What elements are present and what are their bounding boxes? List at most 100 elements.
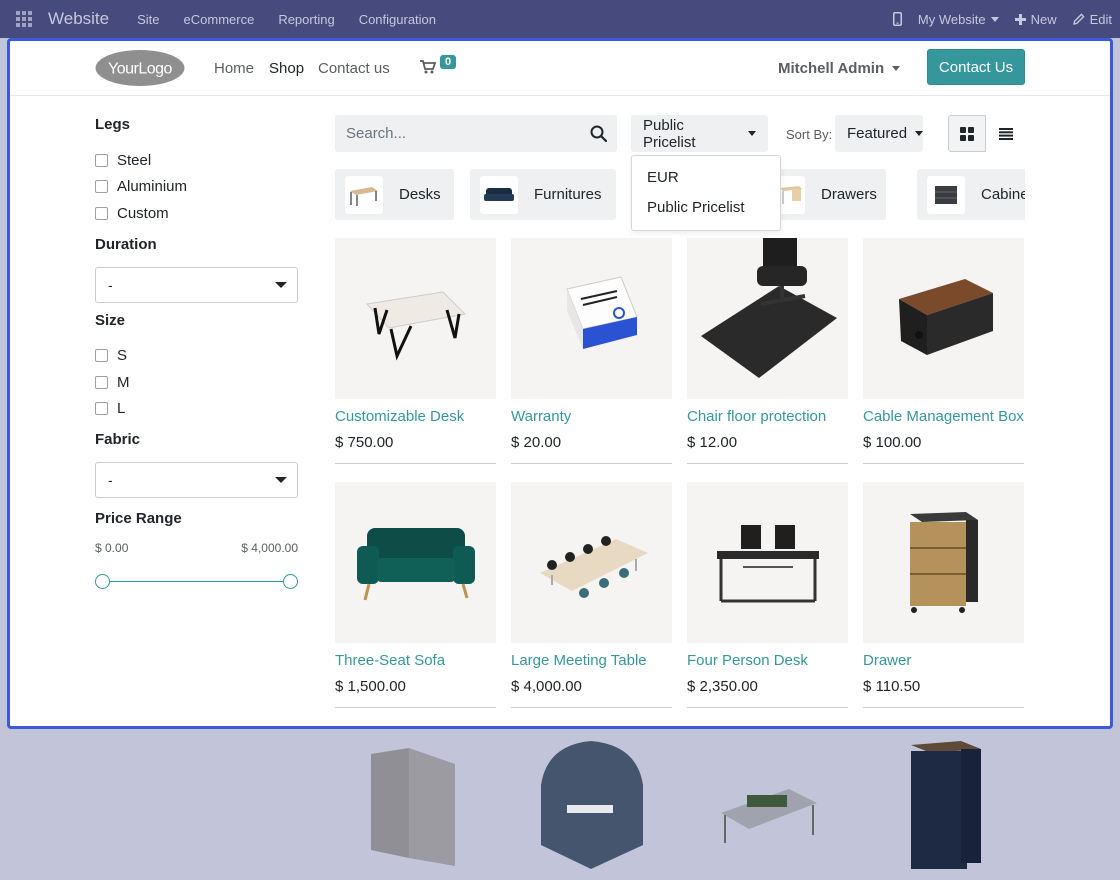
product-card[interactable]: Large Meeting Table $ 4,000.00 — [511, 482, 672, 708]
filter-option-l[interactable]: L — [95, 396, 300, 423]
product-name[interactable]: Chair floor protection — [687, 408, 848, 425]
user-name: Mitchell Admin — [778, 60, 885, 77]
product-card[interactable]: Three-Seat Sofa $ 1,500.00 — [335, 482, 496, 708]
product-name[interactable]: Customizable Desk — [335, 408, 496, 425]
new-button[interactable]: New — [1014, 12, 1057, 27]
card-divider — [335, 707, 496, 708]
checkbox[interactable] — [95, 206, 108, 220]
product-name[interactable]: Warranty — [511, 408, 672, 425]
product-card[interactable]: Four Person Desk $ 2,350.00 — [687, 482, 848, 708]
product-card[interactable]: Drawer $ 110.50 — [863, 482, 1024, 708]
filter-option-s[interactable]: S — [95, 343, 300, 370]
product-name[interactable]: Cable Management Box — [863, 408, 1024, 425]
price-range-slider[interactable] — [95, 572, 298, 592]
product-search[interactable]: Search... — [335, 115, 617, 152]
contact-us-button[interactable]: Contact Us — [927, 49, 1025, 85]
checkbox[interactable] — [95, 153, 108, 167]
caret-down-icon — [915, 131, 924, 136]
cart-button[interactable]: 0 — [420, 55, 460, 81]
website-preview-frame: YourLogo Home Shop Contact us 0 Mitchell… — [7, 38, 1113, 729]
product-name[interactable]: Four Person Desk — [687, 652, 848, 669]
plus-icon — [1014, 13, 1026, 25]
pencil-icon — [1072, 13, 1085, 25]
edit-button[interactable]: Edit — [1072, 12, 1112, 27]
menu-site[interactable]: Site — [137, 12, 159, 27]
menu-ecommerce[interactable]: eCommerce — [184, 12, 255, 27]
category-desks[interactable]: Desks — [335, 169, 454, 220]
caret-down-icon — [275, 281, 287, 288]
sort-dropdown[interactable]: Featured — [835, 115, 924, 152]
filter-option-label: Custom — [117, 204, 169, 222]
category-furnitures[interactable]: Furnitures — [470, 169, 616, 220]
product-price: $ 12.00 — [687, 434, 738, 451]
menu-reporting[interactable]: Reporting — [278, 12, 334, 27]
nav-home[interactable]: Home — [214, 60, 254, 77]
nav-shop[interactable]: Shop — [269, 60, 304, 77]
price-min: $ 0.00 — [95, 541, 129, 555]
filter-option-label: L — [117, 400, 126, 418]
office-pod-icon — [511, 730, 672, 880]
filter-title-legs: Legs — [95, 116, 131, 133]
product-price: $ 4,000.00 — [511, 678, 582, 695]
filter-option-custom[interactable]: Custom — [95, 200, 300, 227]
product-name[interactable]: Drawer — [863, 652, 1024, 669]
category-label: Drawers — [821, 186, 877, 203]
site-logo[interactable]: YourLogo — [95, 49, 185, 87]
price-range-max-handle[interactable] — [283, 574, 298, 589]
checkbox[interactable] — [95, 180, 108, 194]
fabric-select[interactable]: - — [95, 462, 298, 498]
filter-title-fabric: Fabric — [95, 431, 141, 448]
caret-down-icon — [748, 131, 756, 136]
website-switcher[interactable]: My Website — [918, 12, 999, 27]
meeting-table-icon — [511, 482, 672, 643]
product-price: $ 100.00 — [863, 434, 922, 451]
shopping-cart-icon — [420, 60, 436, 74]
product-card[interactable]: Warranty $ 20.00 — [511, 238, 672, 464]
card-divider — [863, 707, 1024, 708]
price-range-min-handle[interactable] — [95, 574, 110, 589]
product-price: $ 750.00 — [335, 434, 394, 451]
product-card[interactable]: Cable Management Box $ 100.00 — [863, 238, 1024, 464]
price-range-labels: $ 0.00 $ 4,000.00 — [95, 541, 298, 555]
price-range-track — [102, 581, 291, 582]
pricelist-dropdown[interactable]: Public Pricelist — [631, 115, 768, 152]
pricelist-option-eur[interactable]: EUR — [632, 164, 780, 194]
mobile-icon — [892, 12, 902, 26]
product-price: $ 110.50 — [863, 678, 921, 695]
product-card[interactable]: Customizable Desk $ 750.00 — [335, 238, 496, 464]
product-name[interactable]: Large Meeting Table — [511, 652, 672, 669]
apps-menu-icon[interactable] — [0, 0, 48, 38]
fabric-select-value: - — [108, 472, 113, 488]
product-name[interactable]: Three-Seat Sofa — [335, 652, 496, 669]
app-name[interactable]: Website — [48, 9, 109, 29]
website-switcher-label: My Website — [917, 11, 986, 27]
checkbox[interactable] — [95, 349, 108, 363]
nav-contact-us[interactable]: Contact us — [318, 60, 390, 77]
grid-view-button[interactable] — [948, 115, 986, 152]
user-menu[interactable]: Mitchell Admin — [778, 60, 901, 77]
checkbox[interactable] — [95, 402, 108, 416]
filter-option-steel[interactable]: Steel — [95, 147, 300, 174]
odoo-navbar: Website Site eCommerce Reporting Configu… — [0, 0, 1120, 38]
pricelist-option-public[interactable]: Public Pricelist — [632, 194, 780, 224]
tall-cabinet-icon — [863, 730, 1024, 880]
filter-option-label: Aluminium — [117, 178, 188, 196]
category-label: Cabinets — [981, 186, 1025, 203]
checkbox[interactable] — [95, 375, 108, 389]
cart-count-badge: 0 — [440, 55, 457, 69]
filter-option-m[interactable]: M — [95, 369, 300, 396]
product-card[interactable]: Chair floor protection $ 12.00 — [687, 238, 848, 464]
category-cabinets[interactable]: Cabinets — [917, 169, 1025, 220]
desk-thumbnail-icon — [345, 175, 383, 214]
mobile-preview-button[interactable] — [892, 12, 902, 26]
filter-option-aluminium[interactable]: Aluminium — [95, 174, 300, 201]
sort-dropdown-label: Featured — [847, 125, 908, 142]
menu-configuration[interactable]: Configuration — [359, 12, 436, 27]
drawer-thumbnail-icon — [777, 175, 805, 214]
list-view-button[interactable] — [987, 115, 1025, 152]
category-drawers[interactable]: Drawers — [767, 169, 886, 220]
sofa-thumbnail-icon — [480, 175, 518, 214]
duration-select[interactable]: - — [95, 266, 298, 303]
category-label: Furnitures — [534, 186, 602, 203]
search-icon[interactable] — [590, 125, 607, 142]
